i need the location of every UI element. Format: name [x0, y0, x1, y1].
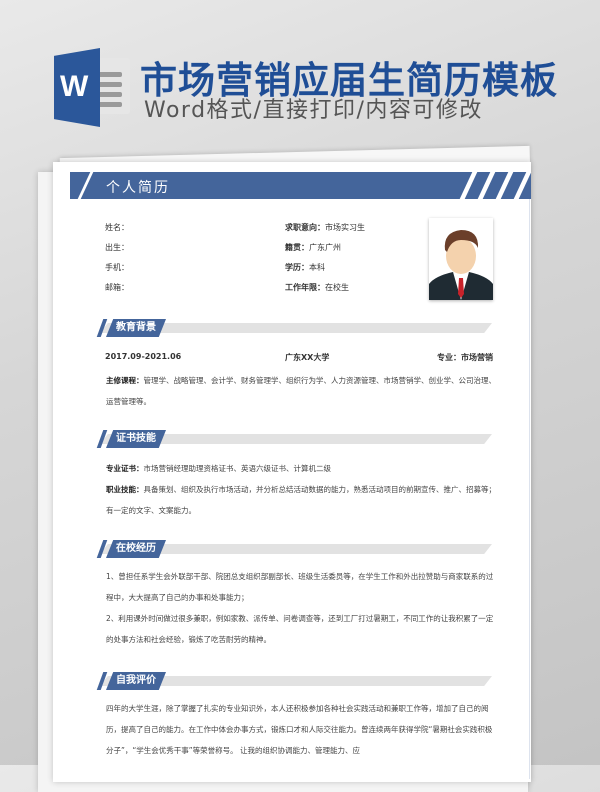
self-evaluation: 四年的大学生涯，除了掌握了扎实的专业知识外，本人还积极参加各种社会实践活动和兼职… — [106, 704, 493, 755]
education-courses: 主修课程：管理学、战略管理、会计学、财务管理学、组织行为学、人力资源管理、市场营… — [106, 376, 496, 406]
education-major: 专业：市场营销 — [437, 353, 493, 362]
education-school: 广东XX大学 — [285, 353, 330, 362]
birth-label: 出生： — [105, 243, 129, 252]
skills-ability: 职业技能：具备策划、组织及执行市场活动，并分析总结活动数据的能力，熟悉活动项目的… — [106, 485, 496, 515]
work-years: 工作年限：在校生 — [285, 283, 349, 292]
origin: 籍贯：广东广州 — [285, 243, 341, 252]
education-period: 2017.09-2021.06 — [105, 352, 182, 361]
section-header-campus: 在校经历 — [96, 540, 492, 558]
resume-header-title: 个人简历 — [106, 180, 170, 196]
section-header-skills: 证书技能 — [96, 430, 492, 448]
section-header-self: 自我评价 — [96, 672, 492, 690]
person-icon — [429, 230, 493, 300]
phone-label: 手机： — [105, 263, 129, 272]
logo-letter: W — [60, 70, 89, 103]
banner-subtitle: Word格式/直接打印/内容可修改 — [144, 98, 483, 123]
skills-cert: 专业证书：市场营销经理助理资格证书、英语六级证书、计算机二级 — [106, 464, 331, 473]
campus-item: 1、曾担任系学生会外联部干部、院团总支组织部副部长、班级生活委员等，在学生工作和… — [106, 572, 494, 602]
degree: 学历：本科 — [285, 263, 325, 272]
job-intent: 求职意向：市场实习生 — [285, 223, 365, 232]
campus-item: 2、利用课外时间做过很多兼职，例如家教、派传单、问卷调查等，还到工厂打过暑期工，… — [106, 614, 494, 644]
name-label: 姓名： — [105, 223, 129, 232]
avatar — [429, 218, 493, 300]
email-label: 邮箱： — [105, 283, 129, 292]
resume-page: 个人简历 姓名： 出生： 手机： 邮箱： 求职意向：市场实习生 籍贯：广东广州 … — [53, 162, 532, 782]
section-header-education: 教育背景 — [96, 319, 492, 337]
resume-header-bar: 个人简历 — [70, 172, 532, 199]
word-logo: W — [54, 48, 134, 128]
